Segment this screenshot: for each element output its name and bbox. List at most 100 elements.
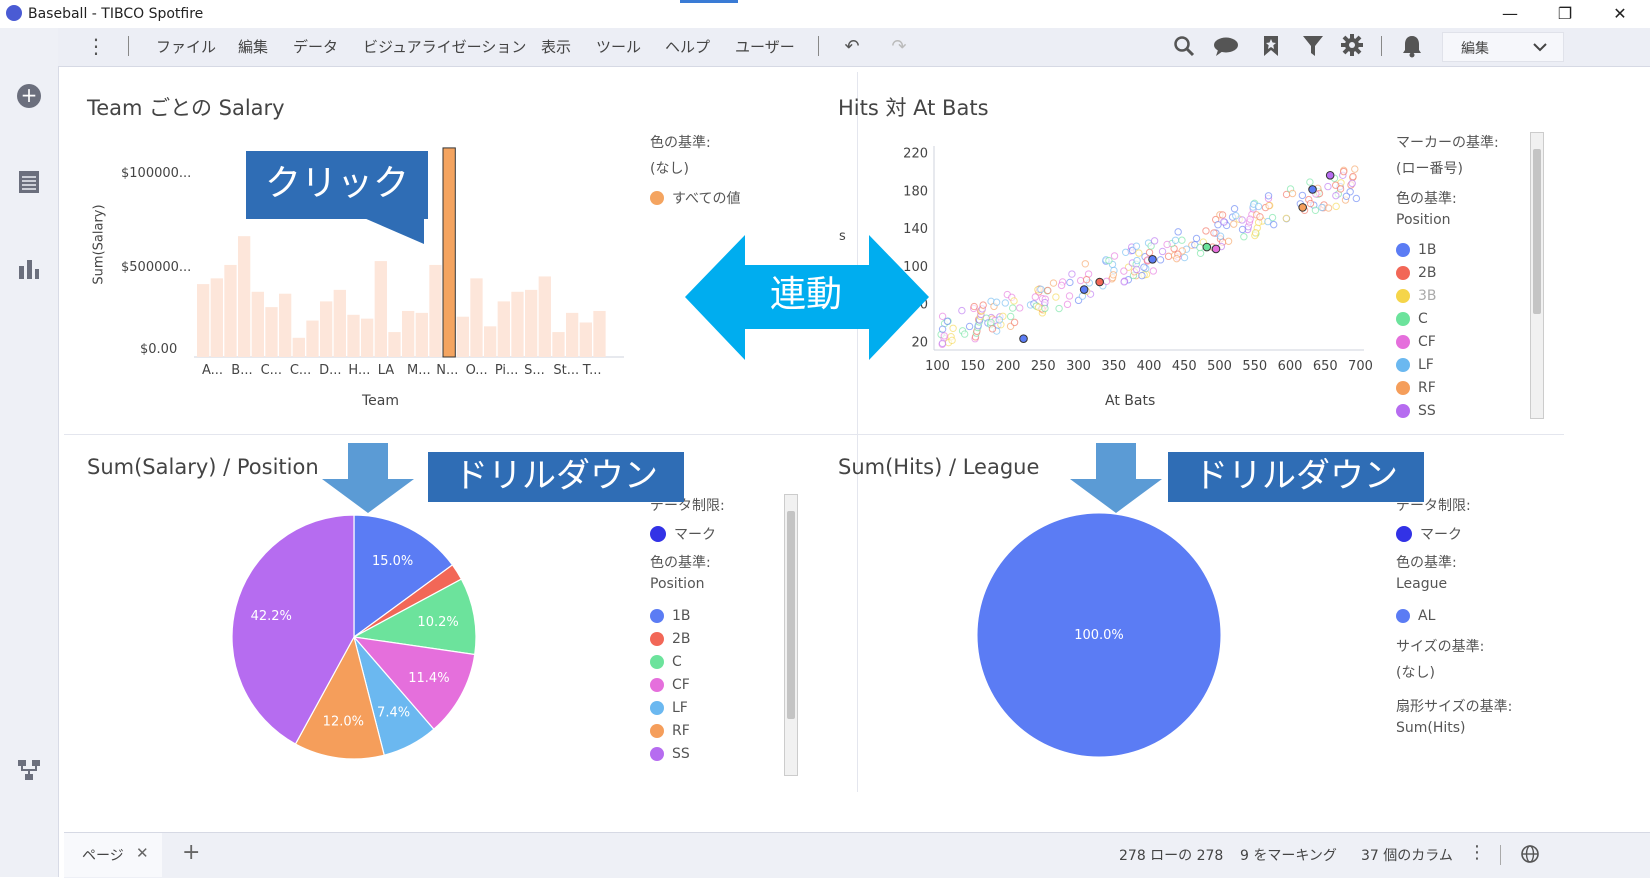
scatter-point[interactable] (1264, 192, 1273, 200)
pie2-sector-size-value[interactable]: Sum(Hits) (1396, 720, 1466, 736)
add-page-icon[interactable]: + (182, 840, 200, 865)
scatter-point[interactable] (1220, 218, 1228, 226)
add-icon[interactable]: + (17, 84, 41, 108)
globe-icon[interactable] (1520, 844, 1540, 864)
scatter-point[interactable] (1311, 206, 1320, 214)
filter-icon[interactable] (1302, 34, 1324, 58)
bar-chart-icon[interactable] (18, 256, 40, 280)
scatter-point[interactable] (1332, 202, 1340, 211)
pie1-legend-scrollbar[interactable] (784, 494, 798, 776)
bar[interactable] (429, 264, 442, 357)
scatter-point[interactable] (1342, 192, 1351, 200)
pie2-size-by-value[interactable]: (なし) (1396, 662, 1435, 682)
menu-data[interactable]: データ (293, 36, 338, 57)
scatter-point[interactable] (1163, 240, 1171, 249)
pie1-legend-item[interactable]: RF (650, 723, 690, 739)
scatter-legend-item[interactable]: SS (1396, 403, 1436, 419)
scatter-point-marked[interactable] (1148, 255, 1157, 264)
bar[interactable] (210, 278, 223, 357)
scatter-point[interactable] (1068, 270, 1076, 278)
bookmark-icon[interactable] (1261, 34, 1281, 58)
scatter-point-marked[interactable] (1211, 244, 1221, 254)
scatter-point[interactable] (1149, 267, 1158, 275)
flow-icon[interactable] (17, 758, 41, 782)
scatter-point-marked[interactable] (1019, 334, 1028, 343)
scatter-point[interactable] (1034, 303, 1043, 311)
scatter-legend-item[interactable]: RF (1396, 380, 1436, 396)
scatter-point[interactable] (1001, 299, 1009, 307)
scatter-point[interactable] (1076, 276, 1085, 285)
scatter-point[interactable] (1351, 165, 1359, 173)
bar[interactable] (224, 264, 237, 357)
bar[interactable] (374, 261, 387, 357)
scatter-point[interactable] (987, 318, 995, 327)
scatter-point[interactable] (995, 316, 1004, 324)
scatter-point[interactable] (1081, 260, 1089, 268)
scatter-point[interactable] (1288, 189, 1297, 198)
scatter-point[interactable] (1016, 304, 1024, 312)
scatter-point[interactable] (1010, 297, 1018, 305)
menu-view[interactable]: 表示 (541, 36, 571, 57)
scatter-point[interactable] (1150, 237, 1159, 245)
scatter-point[interactable] (1196, 243, 1204, 252)
scatter-point[interactable] (1216, 232, 1225, 240)
comment-icon[interactable] (1212, 35, 1242, 57)
status-more-icon[interactable]: ⋮ (1468, 842, 1486, 863)
scatter-chart[interactable]: 2060100140180220100150200250300350400450… (874, 132, 1374, 372)
scatter-point[interactable] (1109, 271, 1118, 279)
pie1-legend-item[interactable]: 2B (650, 631, 691, 647)
scatter-point[interactable] (1006, 312, 1015, 321)
scatter-point[interactable] (1052, 293, 1060, 301)
scatter-point[interactable] (958, 306, 966, 315)
bar[interactable] (470, 278, 483, 357)
redo-icon[interactable]: ↷ (886, 34, 912, 60)
bar[interactable] (279, 293, 292, 357)
scatter-point[interactable] (988, 325, 997, 333)
bar[interactable] (497, 301, 510, 357)
scatter-point[interactable] (1055, 304, 1063, 313)
close-button[interactable]: ✕ (1600, 2, 1640, 26)
scatter-point[interactable] (1110, 252, 1119, 260)
scatter-point[interactable] (1102, 277, 1111, 285)
scatter-point[interactable] (979, 301, 987, 309)
scatter-point[interactable] (940, 332, 948, 340)
scatter-point[interactable] (1171, 236, 1180, 244)
close-tab-icon[interactable]: ✕ (136, 844, 149, 862)
pie1-data-limit-value[interactable]: マーク (650, 524, 716, 544)
bar[interactable] (511, 291, 524, 357)
scatter-point-marked[interactable] (1298, 203, 1307, 212)
scatter-point[interactable] (1008, 304, 1017, 312)
bar[interactable] (333, 289, 346, 357)
bar[interactable] (456, 316, 469, 357)
scatter-point[interactable] (1063, 300, 1072, 309)
scatter-point[interactable] (1138, 271, 1146, 280)
scrollbar-thumb[interactable] (787, 511, 795, 719)
scatter-point[interactable] (1238, 216, 1246, 224)
scatter-legend-item[interactable]: C (1396, 311, 1428, 327)
scatter-point[interactable] (1180, 253, 1189, 262)
bar[interactable] (525, 289, 538, 357)
scatter-point[interactable] (1230, 220, 1238, 228)
scatter-point[interactable] (992, 298, 1001, 306)
scatter-point[interactable] (1270, 220, 1278, 229)
scatter-point[interactable] (1318, 203, 1326, 212)
scatter-marker-by-value[interactable]: (ロー番号) (1396, 158, 1463, 178)
scatter-point[interactable] (1238, 225, 1247, 234)
settings-icon[interactable] (1340, 33, 1364, 57)
scatter-point[interactable] (970, 302, 978, 311)
scatter-point[interactable] (938, 312, 947, 321)
bar[interactable] (566, 312, 579, 357)
scatter-point[interactable] (1066, 278, 1074, 287)
scatter-point[interactable] (1232, 212, 1240, 220)
bar[interactable] (593, 310, 606, 357)
scatter-point-marked[interactable] (1079, 285, 1089, 294)
scatter-point[interactable] (1282, 214, 1291, 223)
scatter-legend-item[interactable]: LF (1396, 357, 1434, 373)
scatter-legend-item[interactable]: 1B (1396, 242, 1437, 258)
scatter-legend-item[interactable]: CF (1396, 334, 1436, 350)
scatter-point[interactable] (1031, 293, 1040, 301)
scatter-point[interactable] (1140, 263, 1148, 271)
bar[interactable] (292, 337, 305, 357)
bar[interactable] (265, 307, 278, 357)
scatter-point[interactable] (1246, 215, 1254, 223)
